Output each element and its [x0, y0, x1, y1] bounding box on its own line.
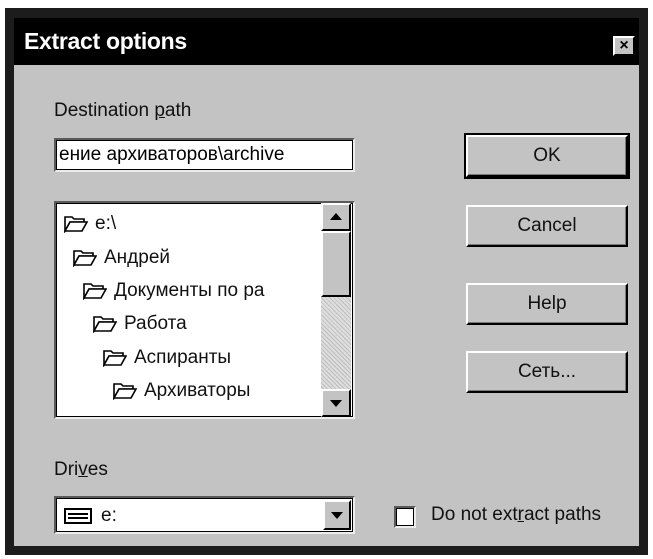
drive-icon: [64, 508, 92, 524]
dialog-window: Extract options × Destination path e:\ А…: [5, 8, 648, 555]
scroll-down-button[interactable]: [321, 389, 351, 417]
folder-tree[interactable]: e:\ Андрей Документы по ра Работа Аспира…: [54, 201, 355, 419]
tree-item-label: Андрей: [104, 247, 170, 268]
tree-item-documents[interactable]: Документы по ра: [83, 276, 265, 306]
tree-item-work[interactable]: Работа: [93, 309, 187, 339]
do-not-extract-paths-label[interactable]: Do not extract paths: [431, 504, 601, 526]
tree-item-label: Архиваторы: [144, 380, 251, 401]
close-icon: ×: [619, 37, 629, 54]
arrow-up-icon: [330, 213, 342, 220]
tree-item-root[interactable]: e:\: [64, 209, 116, 239]
destination-path-field[interactable]: [54, 138, 355, 172]
scroll-up-button[interactable]: [321, 203, 351, 231]
tree-item-label: e:\: [95, 213, 117, 234]
destination-path-input[interactable]: [59, 142, 349, 168]
open-folder-icon: [64, 216, 88, 233]
drives-dropdown-button[interactable]: [323, 500, 351, 530]
tree-item-label: Документы по ра: [114, 280, 265, 301]
open-folder-icon: [83, 283, 107, 300]
arrow-down-icon: [330, 400, 342, 407]
drives-label: Drives: [54, 459, 108, 480]
help-button[interactable]: Help: [466, 283, 628, 325]
dialog-title: Extract options: [24, 28, 187, 54]
tree-item-andrey[interactable]: Андрей: [73, 243, 170, 273]
do-not-extract-paths-checkbox[interactable]: [394, 506, 416, 528]
drive-selected-value: e:: [101, 505, 117, 526]
open-folder-icon: [93, 316, 117, 333]
drives-dropdown[interactable]: e:: [54, 496, 355, 534]
chevron-down-icon: [331, 512, 343, 519]
title-bar[interactable]: Extract options ×: [14, 18, 639, 65]
cancel-button[interactable]: Cancel: [466, 205, 628, 247]
open-folder-icon: [73, 250, 97, 267]
tree-item-graduates[interactable]: Аспиранты: [103, 343, 231, 373]
dialog-face: Extract options × Destination path e:\ А…: [14, 18, 639, 546]
tree-item-archivers[interactable]: Архиваторы: [113, 376, 250, 406]
open-folder-icon: [103, 350, 127, 367]
network-button[interactable]: Сеть...: [466, 351, 628, 393]
tree-item-label: Работа: [124, 313, 187, 334]
tree-item-label: Аспиранты: [134, 347, 232, 368]
close-button[interactable]: ×: [613, 36, 635, 56]
open-folder-icon: [113, 383, 137, 400]
tree-scrollbar[interactable]: [321, 203, 351, 417]
ok-button[interactable]: OK: [464, 133, 630, 179]
destination-path-label: Destination path: [54, 100, 192, 121]
scroll-thumb[interactable]: [321, 231, 351, 297]
